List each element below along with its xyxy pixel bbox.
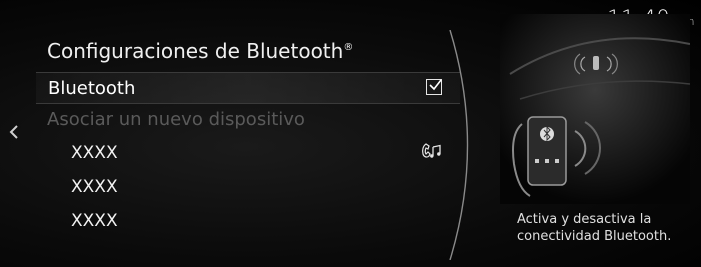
registered-mark: ® xyxy=(343,42,354,53)
bluetooth-settings-screen: 11:40p.m Configuraciones de Bluetooth® B… xyxy=(0,0,701,267)
music-phone-icon xyxy=(421,143,443,163)
device-list-item[interactable]: XXXX xyxy=(71,143,118,163)
page-title-text: Configuraciones de Bluetooth xyxy=(47,39,344,63)
bluetooth-toggle-row[interactable]: Bluetooth xyxy=(36,72,460,104)
device-list-item[interactable]: XXXX xyxy=(71,177,118,197)
device-name: XXXX xyxy=(71,211,118,231)
bluetooth-checkbox[interactable] xyxy=(426,79,442,95)
checkmark-icon xyxy=(429,79,442,91)
info-line-1: Activa y desactiva la xyxy=(517,212,652,227)
device-list-item[interactable]: XXXX xyxy=(71,211,118,231)
page-title: Configuraciones de Bluetooth® xyxy=(47,39,353,63)
panel-divider xyxy=(449,30,469,260)
bluetooth-phone-illustration xyxy=(500,14,690,204)
associate-new-device-row[interactable]: Asociar un nuevo dispositivo xyxy=(47,104,305,134)
device-name: XXXX xyxy=(71,143,118,163)
back-arrow-icon[interactable] xyxy=(8,124,20,144)
device-name: XXXX xyxy=(71,177,118,197)
info-text: Activa y desactiva la conectividad Bluet… xyxy=(517,211,671,245)
info-line-2: conectividad Bluetooth. xyxy=(517,229,672,244)
associate-new-device-label: Asociar un nuevo dispositivo xyxy=(47,108,305,130)
bluetooth-label: Bluetooth xyxy=(48,77,136,99)
